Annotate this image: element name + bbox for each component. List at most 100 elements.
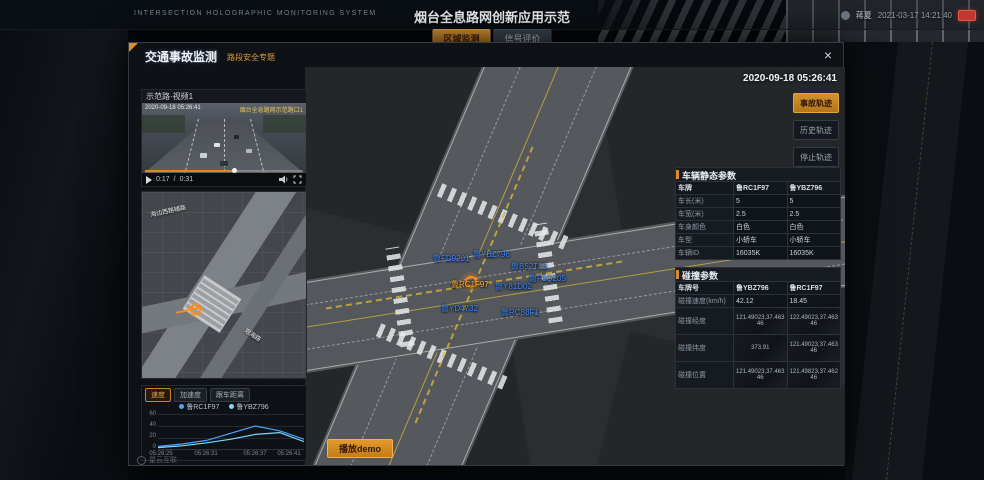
car: [220, 161, 228, 166]
table-cell-thumbnail: 121.49023,37.46346: [734, 308, 788, 335]
vendor-logo-icon: [137, 456, 146, 465]
location-marker: [190, 304, 201, 315]
table-cell: 2.5: [787, 208, 841, 221]
table-cell: 16035K: [787, 247, 841, 260]
header-datetime: 2021-03-17 14:21:40: [878, 11, 952, 20]
modal-subtitle: 路段安全专题: [227, 52, 275, 63]
table-cell-thumbnail: 121.49823,37.46246: [787, 362, 841, 389]
close-icon[interactable]: ×: [819, 46, 837, 64]
x-axis-label: 05:26:31: [187, 451, 225, 457]
vehicle-plate-label[interactable]: 鲁F1Q205: [529, 273, 566, 284]
table-cell: 鲁RC1F97: [734, 182, 788, 195]
y-axis-label: 20: [144, 433, 156, 439]
metric-tab-gap[interactable]: 跟车距离: [210, 388, 250, 402]
scene-timestamp: 2020-09-18 05:26:41: [743, 73, 837, 84]
video-time-separator: /: [174, 176, 176, 183]
app-title: 烟台全息路网创新应用示范: [0, 7, 984, 26]
exit-button[interactable]: [958, 10, 976, 21]
table-row: 碰撞纬度 373.91 121.49023,37.46346: [676, 335, 841, 362]
video-total-time: 0:31: [180, 176, 194, 183]
history-track-button[interactable]: 历史轨迹: [793, 120, 839, 140]
speed-chart-panel: 速度 加速度 跟车距离 鲁RC1F97 鲁YBZ796 60 40 20 0 0…: [141, 385, 307, 461]
legend-label: 鲁YBZ796: [236, 404, 268, 411]
video-progress-bar[interactable]: [145, 170, 303, 172]
table-row: 车身颜色 白色 白色: [676, 221, 841, 234]
background-bottom-strip: [128, 466, 845, 480]
chart-legend: 鲁RC1F97 鲁YBZ796: [142, 402, 306, 412]
table-cell-thumbnail: 121.49023,37.46346: [734, 362, 788, 389]
header-user-area: 蒋夏 2021-03-17 14:21:40: [841, 0, 976, 30]
collision-params-panel: 碰撞参数 车牌号 鲁YBZ796 鲁RC1F97 碰撞速度(km/h) 42.1…: [675, 267, 841, 389]
table-cell: 5: [787, 195, 841, 208]
accident-vehicle-label[interactable]: 鲁RC1F97: [451, 279, 489, 290]
table-cell: 白色: [787, 221, 841, 234]
table-cell: 16035K: [734, 247, 788, 260]
vehicle-plate-label[interactable]: 鲁FD9201: [433, 253, 469, 264]
table-cell: 鲁RC1F97: [787, 282, 841, 295]
legend-dot-0: [179, 404, 184, 409]
table-row: 车牌号 鲁YBZ796 鲁RC1F97: [676, 282, 841, 295]
vehicle-plate-label[interactable]: 鲁YD4732: [441, 303, 478, 314]
metric-tab-speed[interactable]: 速度: [145, 388, 171, 402]
video-frame[interactable]: 2020-09-18 05:26:41 烟台全息路网示范路口1: [142, 103, 306, 175]
background-road-right: [845, 42, 984, 480]
car: [200, 153, 207, 158]
metric-tab-acceleration[interactable]: 加速度: [174, 388, 207, 402]
legend-dot-1: [229, 404, 234, 409]
user-avatar-icon: [841, 11, 850, 20]
demo-play-button[interactable]: 播放demo: [327, 439, 393, 458]
table-cell: 小轿车: [787, 234, 841, 247]
table-cell: 鲁YBZ796: [734, 282, 788, 295]
table-cell: 碰撞纬度: [676, 335, 734, 362]
vehicle-plate-label[interactable]: 鲁B52T86: [511, 261, 547, 272]
table-cell: 车长(米): [676, 195, 734, 208]
collision-params-title: 碰撞参数: [675, 267, 841, 281]
play-icon[interactable]: [146, 176, 152, 184]
legend-label: 鲁RC1F97: [186, 404, 219, 411]
table-row: 碰撞经度 121.49023,37.46346 122.49023,37.463…: [676, 308, 841, 335]
table-cell: 车身颜色: [676, 221, 734, 234]
modal-title: 交通事故监测: [145, 48, 217, 65]
roadside-green: [142, 115, 185, 133]
vehicle-plate-label[interactable]: 鲁Y81D02: [495, 281, 532, 292]
table-cell: 车型: [676, 234, 734, 247]
table-cell: 白色: [734, 221, 788, 234]
user-name: 蒋夏: [856, 10, 872, 21]
accident-track-button[interactable]: 事故轨迹: [793, 93, 839, 113]
table-row: 车牌 鲁RC1F97 鲁YBZ796: [676, 182, 841, 195]
intersection-3d-view[interactable]: 鲁FD9201 鲁YBZ796 鲁B52T86 鲁Y81D02 鲁F1Q205 …: [305, 67, 845, 465]
legend-item: 鲁YBZ796: [229, 402, 268, 412]
table-row: 碰撞速度(km/h) 42.12 18.45: [676, 295, 841, 308]
static-params-title: 车辆静态参数: [675, 167, 841, 181]
top-header: INTERSECTION HOLOGRAPHIC MONITORING SYST…: [0, 0, 984, 30]
table-row: 车型 小轿车 小轿车: [676, 234, 841, 247]
stop-track-button[interactable]: 停止轨迹: [793, 147, 839, 167]
lane-line: [224, 119, 225, 175]
accident-monitor-modal: 交通事故监测 路段安全专题 × 鲁FD9201 鲁YBZ796: [128, 42, 844, 466]
vehicle-plate-label[interactable]: 鲁YBZ796: [473, 249, 510, 260]
table-row: 车长(米) 5 5: [676, 195, 841, 208]
metric-tab-group: 速度 加速度 跟车距离: [145, 388, 250, 402]
video-osd-time: 2020-09-18 05:26:41: [145, 105, 201, 111]
table-cell: 碰撞位置: [676, 362, 734, 389]
speed-chart-svg: [158, 414, 304, 450]
car: [214, 143, 220, 147]
video-panel: 示范路·视频1 2020-09-18 05:26:41 烟台全息路网示范路口1 …: [141, 89, 307, 187]
table-cell: 42.12: [734, 295, 788, 308]
volume-icon[interactable]: [279, 175, 289, 184]
vehicle-plate-label[interactable]: 鲁RC88F1: [501, 307, 539, 318]
roadside-green: [263, 115, 306, 133]
table-row: 碰撞位置 121.49023,37.46346 121.49823,37.462…: [676, 362, 841, 389]
table-cell: 车辆ID: [676, 247, 734, 260]
video-controls: 0:17 / 0:31: [142, 173, 306, 186]
fullscreen-icon[interactable]: [293, 175, 302, 184]
y-axis-label: 60: [144, 411, 156, 417]
minimap-panel[interactable]: 海边西路辅路 观海路: [141, 191, 307, 379]
table-cell: 18.45: [787, 295, 841, 308]
car: [234, 135, 239, 139]
y-axis-label: 40: [144, 422, 156, 428]
table-cell: 车牌号: [676, 282, 734, 295]
table-cell: 2.5: [734, 208, 788, 221]
video-panel-title: 示范路·视频1: [142, 90, 306, 103]
table-cell: 小轿车: [734, 234, 788, 247]
